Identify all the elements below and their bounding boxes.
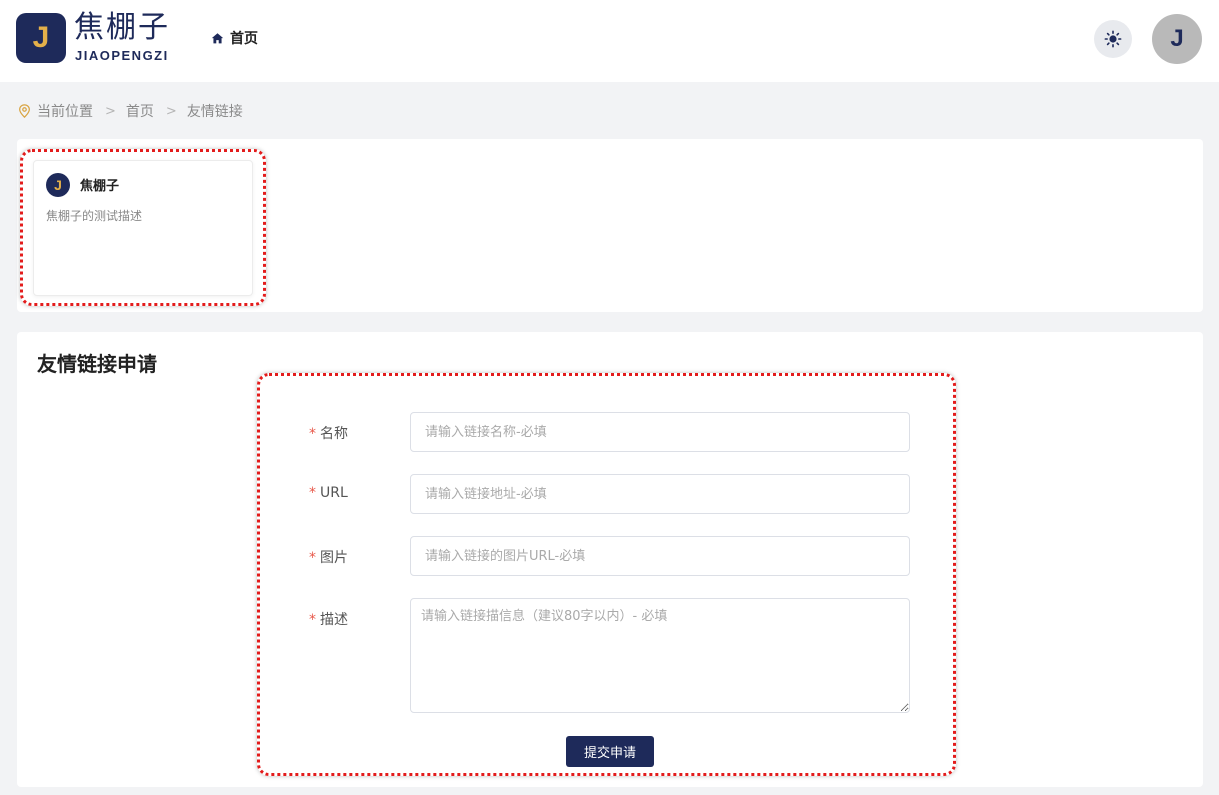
url-field-label: * URL	[309, 485, 348, 501]
required-mark: *	[309, 612, 316, 628]
breadcrumb-separator: >	[165, 103, 177, 119]
breadcrumb-item-home[interactable]: 首页	[126, 101, 154, 121]
sun-icon	[1104, 30, 1122, 48]
avatar-letter: J	[1170, 25, 1184, 52]
logo-letter: J	[32, 21, 50, 54]
breadcrumb: 当前位置 > 首页 > 友情链接	[18, 101, 243, 121]
logo-subtitle: JIAOPENGZI	[75, 48, 169, 63]
required-mark: *	[309, 550, 316, 566]
friend-link-card[interactable]: J 焦棚子 焦棚子的测试描述	[33, 160, 253, 296]
home-icon	[211, 32, 224, 43]
url-label-text: URL	[320, 485, 348, 501]
image-field-label: * 图片	[309, 547, 348, 567]
required-mark: *	[309, 426, 316, 442]
url-input[interactable]	[410, 474, 910, 514]
theme-toggle-button[interactable]	[1094, 20, 1132, 58]
submit-button[interactable]: 提交申请	[566, 736, 654, 767]
nav-home-label: 首页	[230, 31, 258, 47]
name-input[interactable]	[410, 412, 910, 452]
user-avatar[interactable]: J	[1152, 14, 1202, 64]
breadcrumb-item-friend-links: 友情链接	[186, 104, 243, 120]
breadcrumb-separator: >	[105, 103, 116, 119]
description-field-label: * 描述	[309, 609, 348, 629]
top-header: J 焦棚子 JIAOPENGZI 首页 J	[0, 0, 1219, 82]
friend-link-description: 焦棚子的测试描述	[46, 209, 143, 223]
logo-title[interactable]: 焦棚子	[74, 10, 170, 46]
friend-link-name: 焦棚子	[80, 179, 120, 194]
description-textarea[interactable]	[410, 598, 910, 713]
name-field-label: * 名称	[309, 423, 348, 443]
required-mark: *	[309, 485, 316, 501]
friend-link-logo: J	[46, 173, 70, 197]
breadcrumb-current-label: 当前位置	[37, 104, 93, 120]
logo-mark[interactable]: J	[16, 13, 66, 63]
nav-home-link[interactable]: 首页	[211, 28, 258, 48]
location-pin-icon	[19, 104, 30, 118]
description-label-text: 描述	[320, 612, 348, 628]
apply-title: 友情链接申请	[37, 352, 157, 376]
image-label-text: 图片	[320, 550, 348, 566]
name-label-text: 名称	[320, 426, 348, 442]
image-url-input[interactable]	[410, 536, 910, 576]
